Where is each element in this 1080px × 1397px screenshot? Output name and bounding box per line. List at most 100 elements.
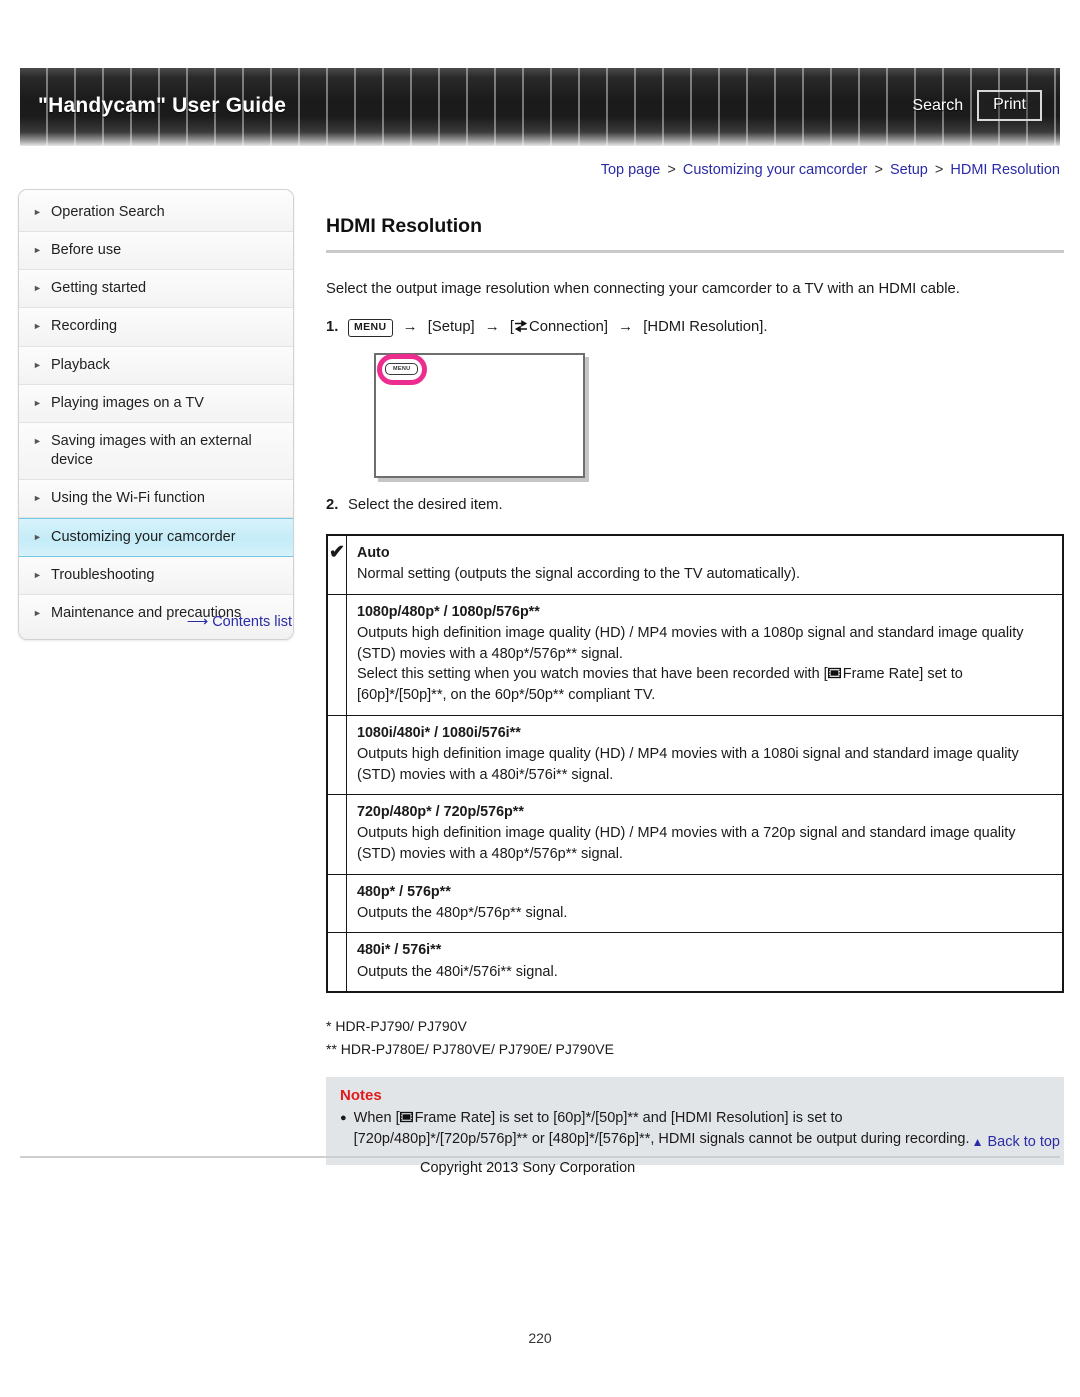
- sidebar-item-label: Saving images with an external device: [51, 432, 252, 468]
- page-number: 220: [528, 1330, 552, 1346]
- sidebar-item-customizing-your-camcorder[interactable]: ► Customizing your camcorder: [19, 518, 293, 558]
- table-row: 480i* / 576i** Outputs the 480i*/576i** …: [326, 932, 1064, 993]
- option-name: 720p/480p* / 720p/576p**: [357, 804, 524, 821]
- table-row: 720p/480p* / 720p/576p** Outputs high de…: [326, 794, 1064, 875]
- option-cell: 720p/480p* / 720p/576p** Outputs high de…: [346, 794, 1064, 875]
- sidebar-item-troubleshooting[interactable]: ► Troubleshooting: [19, 557, 293, 596]
- step-1: 1. MENU → [Setup] → [Connection] → [HDMI…: [326, 316, 1064, 339]
- sidebar-item-label: Playback: [51, 356, 110, 373]
- table-row: 1080i/480i* / 1080i/576i** Outputs high …: [326, 714, 1064, 796]
- back-to-top-label: Back to top: [987, 1134, 1060, 1150]
- sidebar-item-label: Playing images on a TV: [51, 394, 204, 411]
- step-1-body: MENU → [Setup] → [Connection] → [HDMI Re…: [348, 316, 767, 339]
- hdmi-resolution-options-table: ✔ Auto Normal setting (outputs the signa…: [326, 534, 1064, 994]
- option-description: Outputs high definition image quality (H…: [357, 825, 1016, 862]
- chevron-right-icon: ►: [33, 283, 42, 294]
- notes-title: Notes: [340, 1086, 382, 1104]
- selected-checkmark-icon: [326, 714, 347, 796]
- option-description-frame-rate-label: Frame Rate] set to: [842, 666, 963, 683]
- selected-checkmark-icon: [326, 932, 347, 993]
- camcorder-screen-illustration: MENU: [374, 352, 585, 478]
- chevron-right-icon: ►: [33, 435, 42, 446]
- footer-divider: [20, 1156, 1060, 1158]
- option-description-frame-rate-pre: Select this setting when you watch movie…: [357, 666, 828, 683]
- sidebar-item-before-use[interactable]: ► Before use: [19, 232, 293, 271]
- option-cell: 1080p/480p* / 1080p/576p** Outputs high …: [346, 594, 1064, 716]
- step-1-connection-label: Connection]: [529, 319, 609, 336]
- option-description: Outputs the 480i*/576i** signal.: [357, 963, 558, 980]
- breadcrumb-item-setup[interactable]: Setup: [890, 162, 928, 178]
- option-name: 480i* / 576i**: [357, 942, 442, 959]
- step-2-text: Select the desired item.: [348, 496, 503, 513]
- option-description: Outputs high definition image quality (H…: [357, 625, 1024, 662]
- chevron-right-icon: ►: [33, 570, 42, 581]
- breadcrumb-item-current[interactable]: HDMI Resolution: [950, 162, 1060, 178]
- chevron-right-icon: ►: [33, 321, 42, 332]
- copyright-text: Copyright 2013 Sony Corporation: [420, 1160, 636, 1176]
- note-text-post: [720p/480p]*/[720p/576p]** or [480p]*/[5…: [353, 1131, 970, 1148]
- selected-checkmark-icon: ✔: [326, 534, 347, 596]
- table-row: 1080p/480p* / 1080p/576p** Outputs high …: [326, 594, 1064, 716]
- connection-icon: [514, 318, 528, 333]
- step-1-hdmi-resolution: [HDMI Resolution].: [643, 319, 768, 336]
- contents-list-link[interactable]: ⟶ Contents list: [18, 612, 292, 630]
- contents-list-label: Contents list: [212, 614, 292, 630]
- breadcrumb-separator: >: [934, 162, 944, 178]
- sidebar-item-label: Troubleshooting: [51, 567, 155, 584]
- sidebar-item-label: Operation Search: [51, 204, 165, 220]
- note-text-label: Frame Rate] is set to [60p]*/[50p]** and…: [414, 1109, 843, 1126]
- highlight-ring-icon: [377, 353, 427, 385]
- selected-checkmark-icon: [326, 794, 347, 875]
- breadcrumb-separator: >: [667, 162, 676, 178]
- sidebar-item-playback[interactable]: ► Playback: [19, 346, 293, 385]
- breadcrumb-item-customizing[interactable]: Customizing your camcorder: [683, 162, 868, 178]
- breadcrumb-item-top-page[interactable]: Top page: [601, 162, 661, 178]
- option-cell: 480p* / 576p** Outputs the 480p*/576p** …: [346, 873, 1064, 934]
- frame-rate-film-icon: [827, 665, 841, 679]
- back-to-top-link[interactable]: ▲ Back to top: [972, 1134, 1060, 1150]
- step-2: 2. Select the desired item.: [326, 494, 1064, 516]
- sidebar-item-playing-images-on-a-tv[interactable]: ► Playing images on a TV: [19, 384, 293, 423]
- breadcrumb: Top page > Customizing your camcorder > …: [601, 162, 1060, 178]
- chevron-right-icon: ►: [33, 359, 42, 370]
- frame-rate-film-icon: [399, 1109, 413, 1122]
- option-description-frame-rate-post: [60p]*/[50p]**, on the 60p*/50p** compli…: [357, 687, 656, 704]
- sidebar-item-getting-started[interactable]: ► Getting started: [19, 270, 293, 309]
- sidebar-item-saving-images-external-device[interactable]: ► Saving images with an external device: [19, 422, 293, 480]
- note-item: ● When [Frame Rate] is set to [60p]*/[50…: [340, 1108, 1050, 1151]
- option-description: Outputs high definition image quality (H…: [357, 745, 1019, 783]
- footnotes: * HDR-PJ790/ PJ790V ** HDR-PJ780E/ PJ780…: [326, 1015, 1064, 1060]
- sidebar-item-label: Recording: [51, 318, 118, 335]
- arrow-right-icon: →: [618, 318, 634, 336]
- option-cell: 480i* / 576i** Outputs the 480i*/576i** …: [346, 932, 1064, 993]
- page-title: HDMI Resolution: [326, 215, 482, 237]
- arrow-right-icon: →: [402, 318, 418, 336]
- step-1-number: 1.: [326, 319, 339, 336]
- sidebar-item-operation-search[interactable]: ► Operation Search: [19, 194, 293, 233]
- selected-checkmark-icon: [326, 873, 347, 934]
- selected-checkmark-icon: [326, 594, 347, 716]
- main-content: HDMI Resolution Select the output image …: [326, 215, 1064, 1165]
- option-cell: Auto Normal setting (outputs the signal …: [346, 534, 1064, 596]
- note-text-pre: When [: [353, 1109, 400, 1126]
- option-name: 1080i/480i* / 1080i/576i**: [357, 724, 521, 741]
- breadcrumb-separator: >: [874, 162, 883, 178]
- sidebar-item-recording[interactable]: ► Recording: [19, 308, 293, 347]
- option-description: Normal setting (outputs the signal accor…: [357, 566, 801, 583]
- chevron-right-icon: ►: [33, 493, 42, 503]
- note-text: When [ Frame Rate] is set to [60p]*/[50p]…: [354, 1108, 970, 1151]
- sidebar-item-label: Customizing your camcorder: [51, 529, 236, 546]
- header-actions: Search Print: [912, 90, 1042, 121]
- option-name: 1080p/480p* / 1080p/576p**: [357, 604, 540, 621]
- chevron-right-icon: ►: [33, 245, 42, 256]
- triangle-up-icon: ▲: [971, 1135, 984, 1149]
- sidebar-item-label: Getting started: [51, 280, 147, 297]
- menu-button-icon: MENU: [348, 319, 393, 337]
- print-button[interactable]: Print: [977, 90, 1042, 121]
- option-name: 480p* / 576p**: [357, 883, 451, 900]
- intro-paragraph: Select the output image resolution when …: [326, 281, 960, 297]
- search-link[interactable]: Search: [912, 97, 963, 115]
- table-row: 480p* / 576p** Outputs the 480p*/576p** …: [326, 873, 1064, 934]
- sidebar-item-using-wifi-function[interactable]: ► Using the Wi-Fi function: [19, 480, 293, 519]
- step-2-number: 2.: [326, 496, 339, 513]
